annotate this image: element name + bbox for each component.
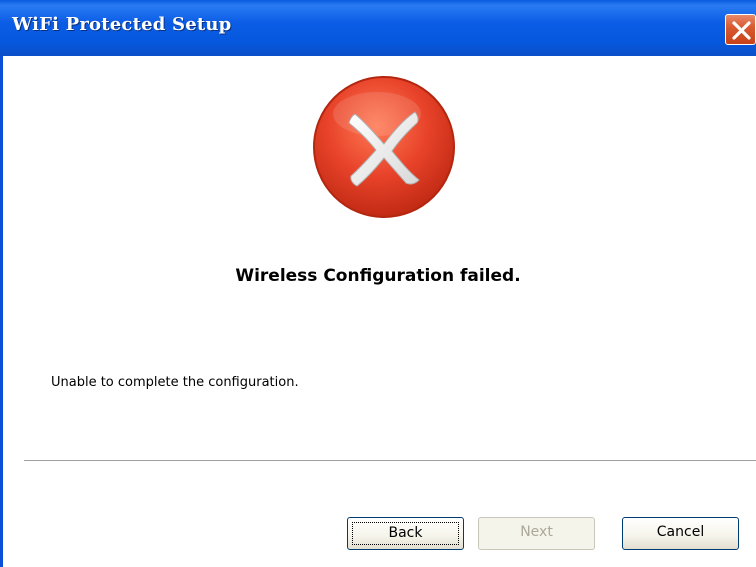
status-message: Unable to complete the configuration. xyxy=(51,375,299,390)
back-button[interactable]: Back xyxy=(347,517,464,550)
divider xyxy=(24,460,756,462)
close-x-icon xyxy=(732,21,751,40)
wps-dialog-window: WiFi Protected Setup Wireless Configurat… xyxy=(0,0,756,567)
title-bar[interactable]: WiFi Protected Setup xyxy=(0,0,756,56)
status-headline: Wireless Configuration failed. xyxy=(235,266,521,286)
back-button-label: Back xyxy=(352,522,459,545)
window-title: WiFi Protected Setup xyxy=(12,14,232,35)
cancel-button[interactable]: Cancel xyxy=(622,517,739,550)
close-button[interactable] xyxy=(725,14,756,45)
next-button[interactable]: Next xyxy=(478,517,595,550)
error-x-icon xyxy=(311,74,457,220)
window-left-border xyxy=(0,56,3,567)
